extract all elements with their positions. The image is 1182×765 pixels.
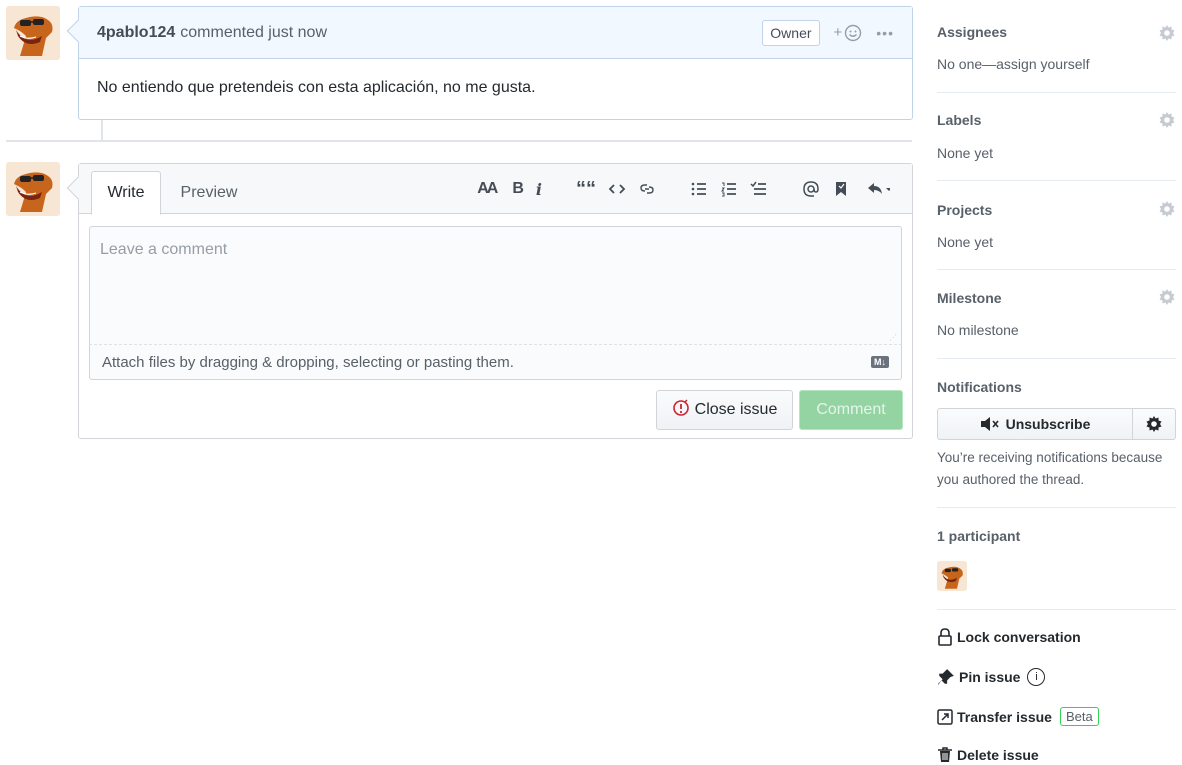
unsubscribe-group: Unsubscribe: [937, 408, 1176, 440]
comment-header: 4pablo124 commented just now Owner + •••: [79, 7, 912, 59]
comment-placeholder: Leave a comment: [100, 241, 228, 258]
italic-label: i: [535, 179, 542, 199]
lock-conversation-label: Lock conversation: [957, 629, 1081, 645]
close-issue-button[interactable]: Close issue: [656, 390, 793, 430]
projects-section: Projects None yet: [937, 181, 1176, 270]
participant-avatar[interactable]: [937, 561, 967, 591]
lock-icon: [938, 628, 952, 646]
avatar[interactable]: [6, 6, 60, 60]
link-button[interactable]: [638, 180, 656, 198]
mention-button[interactable]: [802, 180, 820, 198]
delete-issue-label: Delete issue: [957, 747, 1039, 763]
markdown-toolbar: AA B i ““: [471, 164, 896, 214]
attach-files-area[interactable]: Attach files by dragging & dropping, sel…: [89, 344, 902, 380]
unordered-list-button[interactable]: [690, 180, 708, 198]
transfer-issue-label: Transfer issue: [957, 708, 1052, 725]
mention-icon: [803, 181, 819, 197]
unsubscribe-label: Unsubscribe: [1005, 416, 1091, 432]
resize-handle[interactable]: ⋰: [889, 333, 897, 342]
gear-icon[interactable]: [1158, 24, 1176, 42]
gear-icon[interactable]: [1158, 200, 1176, 218]
comment-body: No entiendo que pretendeis con esta apli…: [97, 79, 536, 96]
comment-author[interactable]: 4pablo124: [97, 24, 175, 42]
assignees-value[interactable]: No one—assign yourself: [937, 56, 1090, 72]
code-button[interactable]: [608, 180, 626, 198]
issue-closed-icon: [672, 398, 690, 422]
list-ordered-icon: [721, 182, 736, 197]
pin-issue-button[interactable]: Pin issue i: [937, 668, 1046, 686]
gear-icon[interactable]: [1158, 288, 1176, 306]
gear-icon[interactable]: [1158, 111, 1176, 129]
timeline-line: [101, 120, 103, 140]
quote-button[interactable]: ““: [576, 178, 596, 201]
trash-icon: [938, 747, 952, 762]
reaction-plus: +: [833, 24, 843, 41]
issue-comment: 4pablo124 commented just now Owner + •••…: [66, 6, 913, 120]
milestone-value: No milestone: [937, 322, 1019, 338]
lock-conversation-button[interactable]: Lock conversation: [937, 628, 1081, 646]
assignees-section: Assignees No one—assign yourself: [937, 0, 1176, 93]
labels-title[interactable]: Labels: [937, 112, 981, 128]
close-issue-label: Close issue: [694, 401, 778, 418]
owner-badge: Owner: [762, 19, 820, 46]
info-icon[interactable]: i: [1027, 668, 1046, 686]
reply-button[interactable]: [862, 180, 890, 198]
add-reaction-button[interactable]: +: [834, 24, 863, 42]
assignees-title[interactable]: Assignees: [937, 24, 1007, 40]
bookmark-icon: [836, 182, 846, 196]
comment-textarea[interactable]: Leave a comment ⋰: [89, 226, 902, 344]
labels-value: None yet: [937, 145, 994, 161]
projects-title[interactable]: Projects: [937, 202, 992, 218]
notification-reason: You’re receiving notifications because y…: [937, 450, 1163, 487]
timeline-separator: [6, 140, 912, 142]
heading-button[interactable]: AA: [477, 180, 498, 198]
comment-timestamp[interactable]: commented just now: [180, 24, 327, 42]
bold-button[interactable]: B: [512, 180, 524, 198]
milestone-section: Milestone No milestone: [937, 270, 1176, 359]
notifications-divider: [937, 507, 1176, 508]
transfer-icon: [937, 708, 953, 725]
participants-divider: [937, 609, 1176, 610]
delete-issue-button[interactable]: Delete issue: [937, 747, 1039, 763]
italic-button[interactable]: i: [536, 180, 542, 199]
comment-button[interactable]: Comment: [799, 390, 903, 430]
markdown-icon[interactable]: M↓: [871, 356, 889, 368]
form-header: Write Preview AA B i ““: [79, 164, 912, 215]
projects-value: None yet: [937, 234, 994, 250]
attach-files-text: Attach files by dragging & dropping, sel…: [102, 353, 514, 371]
mute-icon: [980, 417, 999, 431]
list-unordered-icon: [691, 182, 706, 196]
tab-write[interactable]: Write: [91, 171, 161, 215]
link-icon: [640, 184, 654, 194]
task-list-button[interactable]: [750, 180, 768, 198]
smiley-icon: [845, 24, 862, 41]
notification-settings-button[interactable]: [1133, 408, 1176, 440]
bold-label: B: [512, 180, 524, 197]
quote-label: ““: [576, 177, 596, 200]
transfer-issue-button[interactable]: Transfer issue Beta: [937, 707, 1099, 726]
ordered-list-button[interactable]: [720, 180, 738, 198]
task-list-icon: [750, 181, 766, 195]
more-options-button[interactable]: •••: [876, 25, 894, 41]
saved-reply-button[interactable]: [832, 180, 850, 198]
pin-icon: [938, 669, 954, 685]
participants-title: 1 participant: [937, 528, 1021, 544]
notifications-title: Notifications: [937, 379, 1022, 395]
new-comment-form: Write Preview AA B i ““ Leave a comment …: [66, 163, 913, 439]
heading-label: AA: [477, 180, 498, 197]
unsubscribe-button[interactable]: Unsubscribe: [937, 408, 1133, 440]
milestone-title[interactable]: Milestone: [937, 290, 1002, 306]
reply-icon: [868, 183, 890, 194]
beta-badge: Beta: [1059, 707, 1099, 726]
code-icon: [608, 184, 626, 194]
avatar[interactable]: [6, 162, 60, 216]
labels-section: Labels None yet: [937, 93, 1176, 181]
tab-preview[interactable]: Preview: [175, 171, 243, 215]
pin-issue-label: Pin issue: [959, 669, 1021, 685]
gear-icon: [1146, 416, 1162, 432]
